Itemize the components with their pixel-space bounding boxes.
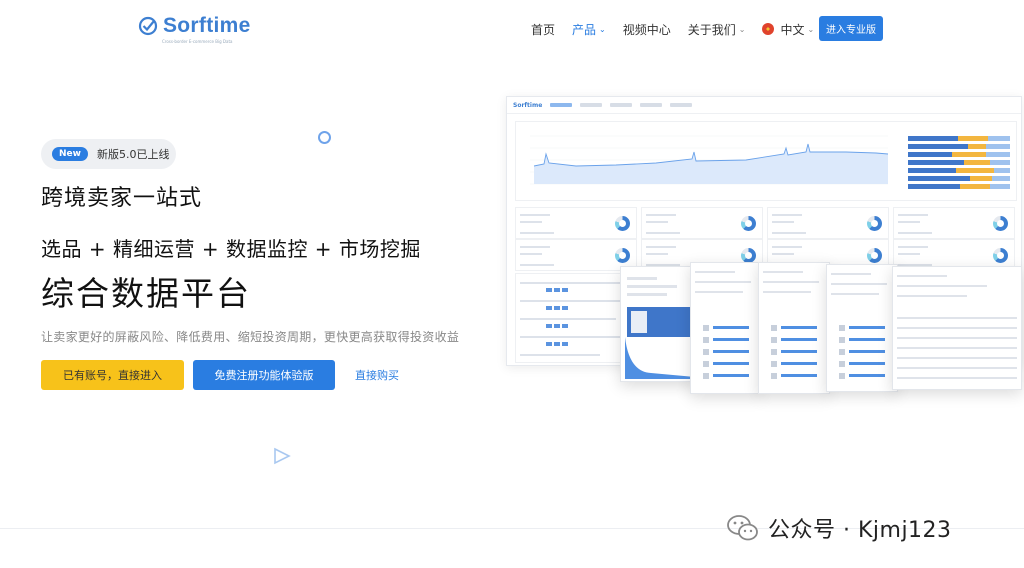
new-version-badge[interactable]: New 新版5.0已上线 [41,139,176,169]
china-flag-icon [762,23,775,35]
hero-title: 综合数据平台 [41,274,251,313]
chevron-down-icon: ⌄ [807,24,815,34]
language-selector[interactable]: 中文 ⌄ [762,21,814,38]
new-tag: New [52,147,88,161]
nav-item-about-us[interactable]: 关于我们 ⌄ [688,21,746,38]
preview-sheet-table [758,262,830,394]
free-register-button[interactable]: 免费注册功能体验版 [193,360,335,390]
buy-now-link[interactable]: 直接购买 [348,360,406,390]
kpi-card [767,207,889,239]
nav-item-label: 视频中心 [622,22,671,37]
watermark-text: 公众号 · Kjmj123 [768,518,952,543]
dashboard-tab [670,103,693,107]
decorative-circle-icon [318,131,331,144]
preview-sheet-table [690,262,762,394]
nav-item-label: 产品 [572,22,597,37]
wechat-watermark: 公众号 · Kjmj123 [726,512,952,544]
nav-item-label: 关于我们 [687,22,736,37]
dashboard-topbar: Sorftime [507,97,1021,114]
brand-name: Sorftime [163,14,251,37]
dashboard-tab [640,103,663,107]
decorative-play-triangle-icon [274,447,291,465]
logo-check-icon [138,16,158,36]
kpi-card [515,239,637,271]
kpi-card [641,207,763,239]
chevron-down-icon: ⌄ [599,24,606,34]
chevron-down-icon: ⌄ [738,24,746,34]
preview-sheet-analytics [620,266,696,382]
nav-item-home[interactable]: 首页 [531,21,555,38]
wechat-icon [727,515,758,541]
enter-pro-button[interactable]: 进入专业版 [819,16,883,41]
dashboard-tab [610,103,633,107]
brand-tagline: Cross-border E-commerce Big Data [162,39,233,44]
dashboard-logo: Sorftime [513,101,543,109]
nav-item-products[interactable]: 产品 ⌄ [572,21,606,38]
nav-item-video-center[interactable]: 视频中心 [623,21,671,38]
preview-sheet-table [826,264,898,392]
new-version-text: 新版5.0已上线 [96,148,170,161]
dashboard-trend-chart [530,135,1010,189]
kpi-card [515,207,637,239]
hero-subtitle: 跨境卖家一站式 [41,186,203,211]
dashboard-trend-panel [515,121,1017,201]
dashboard-tab [550,103,573,107]
preview-sheet-wide-table [892,266,1022,390]
brand-logo[interactable]: Sorftime Cross-border E-commerce Big Dat… [138,14,251,44]
login-button[interactable]: 已有账号，直接进入 [41,360,184,390]
kpi-card [893,207,1015,239]
hero-features: 选品 + 精细运营 + 数据监控 + 市场挖掘 [41,237,421,261]
nav-item-label: 首页 [531,22,556,37]
language-label: 中文 [780,22,805,37]
dashboard-tab [580,103,603,107]
main-nav: 首页 产品 ⌄ 视频中心 关于我们 ⌄ 中文 ⌄ [531,18,831,40]
dashboard-list-panel [515,273,635,363]
hero-description: 让卖家更好的屏蔽风险、降低费用、缩短投资周期，更快更高获取得投资收益 [41,330,460,344]
